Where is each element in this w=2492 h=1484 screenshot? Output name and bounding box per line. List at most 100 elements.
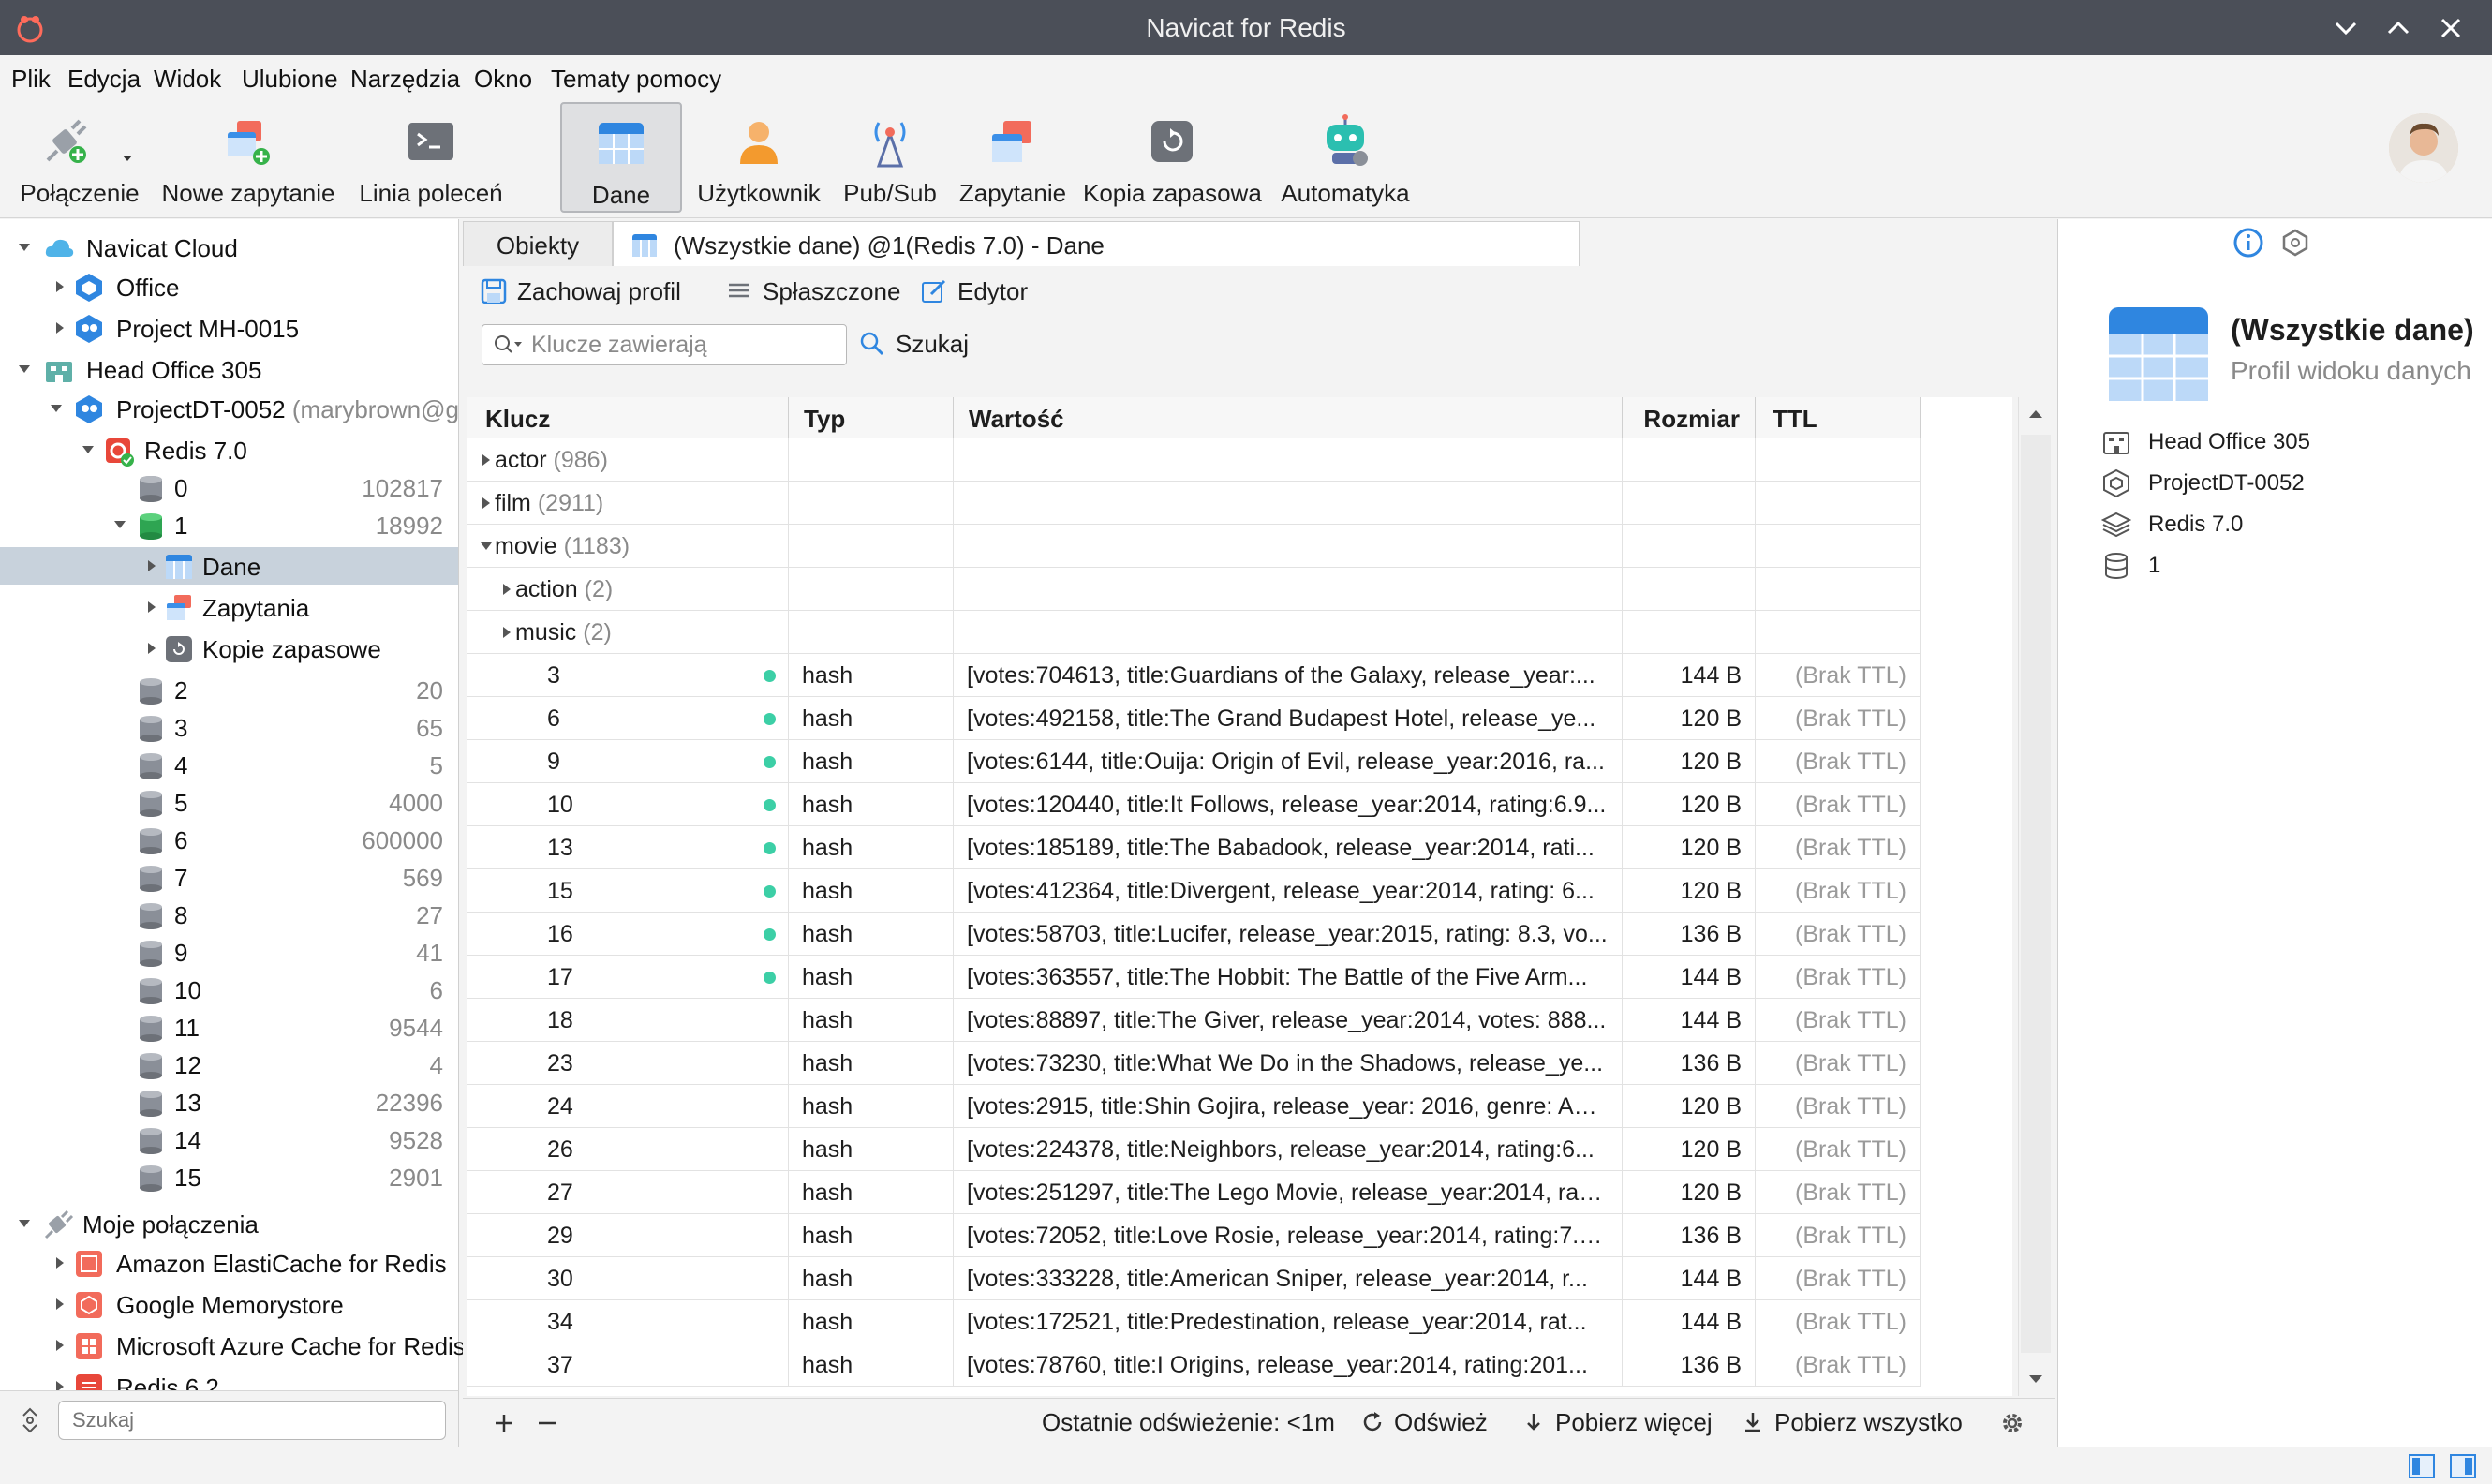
vertical-scrollbar[interactable] [2018,397,2052,1396]
subgroup-row-action[interactable]: action (2) [467,568,1921,611]
fetch-all-button[interactable]: Pobierz wszystko [1741,1408,1963,1437]
expanded-arrow-icon[interactable] [81,442,96,457]
tree-node-elasticache[interactable]: Amazon ElastiCache for Redis [0,1244,458,1282]
key-cell[interactable]: 26 [467,1128,749,1171]
type-cell[interactable]: hash [789,1085,954,1128]
ttl-cell[interactable]: (Brak TTL) [1756,1085,1921,1128]
tree-node-db-10[interactable]: 10 6 [0,971,458,1008]
chevron-down-icon[interactable] [2327,9,2365,47]
value-cell[interactable]: [votes:120440, title:It Follows, release… [954,783,1623,826]
ttl-cell[interactable]: (Brak TTL) [1756,1343,1921,1387]
expanded-arrow-icon[interactable] [49,401,64,416]
collapsed-arrow-icon[interactable] [500,583,513,596]
type-cell[interactable]: hash [789,1343,954,1387]
type-cell[interactable]: hash [789,913,954,956]
tree-node-db-12[interactable]: 12 4 [0,1046,458,1083]
menu-view[interactable]: Widok [154,65,221,94]
type-cell[interactable]: hash [789,1042,954,1085]
collapsed-arrow-icon[interactable] [52,279,67,294]
tree-node-redis7[interactable]: Redis 7.0 [0,431,458,468]
value-cell[interactable]: [votes:333228, title:American Sniper, re… [954,1257,1623,1300]
collapsed-arrow-icon[interactable] [52,1297,67,1312]
backup-button[interactable]: Kopia zapasowa [1083,102,1262,218]
tree-node-dane[interactable]: Dane [0,547,458,585]
type-cell[interactable]: hash [789,1257,954,1300]
scroll-up-icon[interactable] [2026,407,2045,422]
column-header-value[interactable]: Wartość [954,397,1623,438]
tree-node-db-4[interactable]: 45 [0,746,458,783]
ttl-cell[interactable]: (Brak TTL) [1756,1171,1921,1214]
value-cell[interactable]: [votes:72052, title:Love Rosie, release_… [954,1214,1623,1257]
key-filter-input[interactable]: Klucze zawierają [482,324,847,365]
key-cell[interactable]: 6 [467,697,749,740]
tab-objects[interactable]: Obiekty [463,221,613,266]
menu-tools[interactable]: Narzędzia [350,65,460,94]
tree-node-db-6[interactable]: 6 600000 [0,821,458,858]
size-cell[interactable]: 136 B [1623,1214,1756,1257]
tree-node-head-office[interactable]: Head Office 305 [0,350,458,388]
type-cell[interactable]: hash [789,1300,954,1343]
size-cell[interactable]: 120 B [1623,869,1756,913]
value-cell[interactable]: [votes:363557, title:The Hobbit: The Bat… [954,956,1623,999]
value-cell[interactable]: [votes:58703, title:Lucifer, release_yea… [954,913,1623,956]
column-header-ttl[interactable]: TTL [1756,397,1921,438]
value-cell[interactable]: [votes:185189, title:The Babadook, relea… [954,826,1623,869]
tree-node-db-1[interactable]: 1 18992 [0,506,458,543]
expanded-arrow-icon[interactable] [17,362,32,377]
data-button[interactable]: Dane [560,102,682,213]
type-cell[interactable]: hash [789,826,954,869]
collapsed-arrow-icon[interactable] [144,600,159,615]
table-row[interactable]: 34 hash [votes:172521, title:Predestinatio… [467,1300,1921,1343]
key-cell[interactable]: 18 [467,999,749,1042]
size-cell[interactable]: 144 B [1623,956,1756,999]
flattened-button[interactable]: Spłaszczone [725,277,900,306]
key-cell[interactable]: 13 [467,826,749,869]
tree-node-zapytania[interactable]: Zapytania [0,588,458,626]
type-cell[interactable]: hash [789,999,954,1042]
table-row[interactable]: 6 hash [votes:492158, title:The Grand Buda… [467,697,1921,740]
gear-icon[interactable] [1999,1410,2025,1436]
console-button[interactable]: Linia poleceń [347,102,515,218]
collapsed-arrow-icon[interactable] [52,320,67,335]
tree-node-db-14[interactable]: 14 9528 [0,1120,458,1158]
table-row[interactable]: 30 hash [votes:333228, title:American Snip… [467,1257,1921,1300]
tab-data[interactable]: (Wszystkie dane) @1(Redis 7.0) - Dane [613,221,1580,266]
ttl-cell[interactable]: (Brak TTL) [1756,1257,1921,1300]
key-cell[interactable]: 27 [467,1171,749,1214]
menu-favorites[interactable]: Ulubione [242,65,338,94]
new-query-button[interactable]: Nowe zapytanie [159,102,337,218]
table-row[interactable]: 27 hash [votes:251297, title:The Lego Movi… [467,1171,1921,1214]
tree-node-db-9[interactable]: 9 41 [0,933,458,971]
tree-node-db-15[interactable]: 15 2901 [0,1158,458,1195]
size-cell[interactable]: 120 B [1623,1128,1756,1171]
expanded-arrow-icon[interactable] [112,517,127,532]
layout-left-icon[interactable] [2408,1453,2436,1479]
value-cell[interactable]: [votes:704613, title:Guardians of the Ga… [954,654,1623,697]
collapsed-arrow-icon[interactable] [480,497,493,510]
key-cell[interactable]: 9 [467,740,749,783]
key-cell[interactable]: 15 [467,869,749,913]
table-row[interactable]: 13 hash [votes:185189, title:The Babadook,… [467,826,1921,869]
value-cell[interactable]: [votes:224378, title:Neighbors, release_… [954,1128,1623,1171]
type-cell[interactable]: hash [789,654,954,697]
value-cell[interactable]: [votes:251297, title:The Lego Movie, rel… [954,1171,1623,1214]
tree-node-navicat-cloud[interactable]: Navicat Cloud [0,229,458,266]
query-button[interactable]: Zapytanie [952,102,1074,218]
tree-node-db-0[interactable]: 0 102817 [0,468,458,506]
group-row-film[interactable]: film (2911) [467,482,1921,525]
tree-node-db-5[interactable]: 5 4000 [0,783,458,821]
size-cell[interactable]: 136 B [1623,1343,1756,1387]
table-row[interactable]: 24 hash [votes:2915, title:Shin Gojira, re… [467,1085,1921,1128]
menu-edit[interactable]: Edycja [67,65,141,94]
editor-button[interactable]: Edytor [920,277,1028,306]
value-cell[interactable]: [votes:6144, title:Ouija: Origin of Evil… [954,740,1623,783]
collapsed-arrow-icon[interactable] [52,1255,67,1270]
key-cell[interactable]: 37 [467,1343,749,1387]
column-header-size[interactable]: Rozmiar [1623,397,1756,438]
subgroup-row-music[interactable]: music (2) [467,611,1921,654]
tree-node-db-13[interactable]: 13 22396 [0,1083,458,1120]
tree-node-kopie[interactable]: Kopie zapasowe [0,630,458,667]
table-row[interactable]: 37 hash [votes:78760, title:I Origins, rel… [467,1343,1921,1387]
ttl-cell[interactable]: (Brak TTL) [1756,869,1921,913]
key-cell[interactable]: 3 [467,654,749,697]
